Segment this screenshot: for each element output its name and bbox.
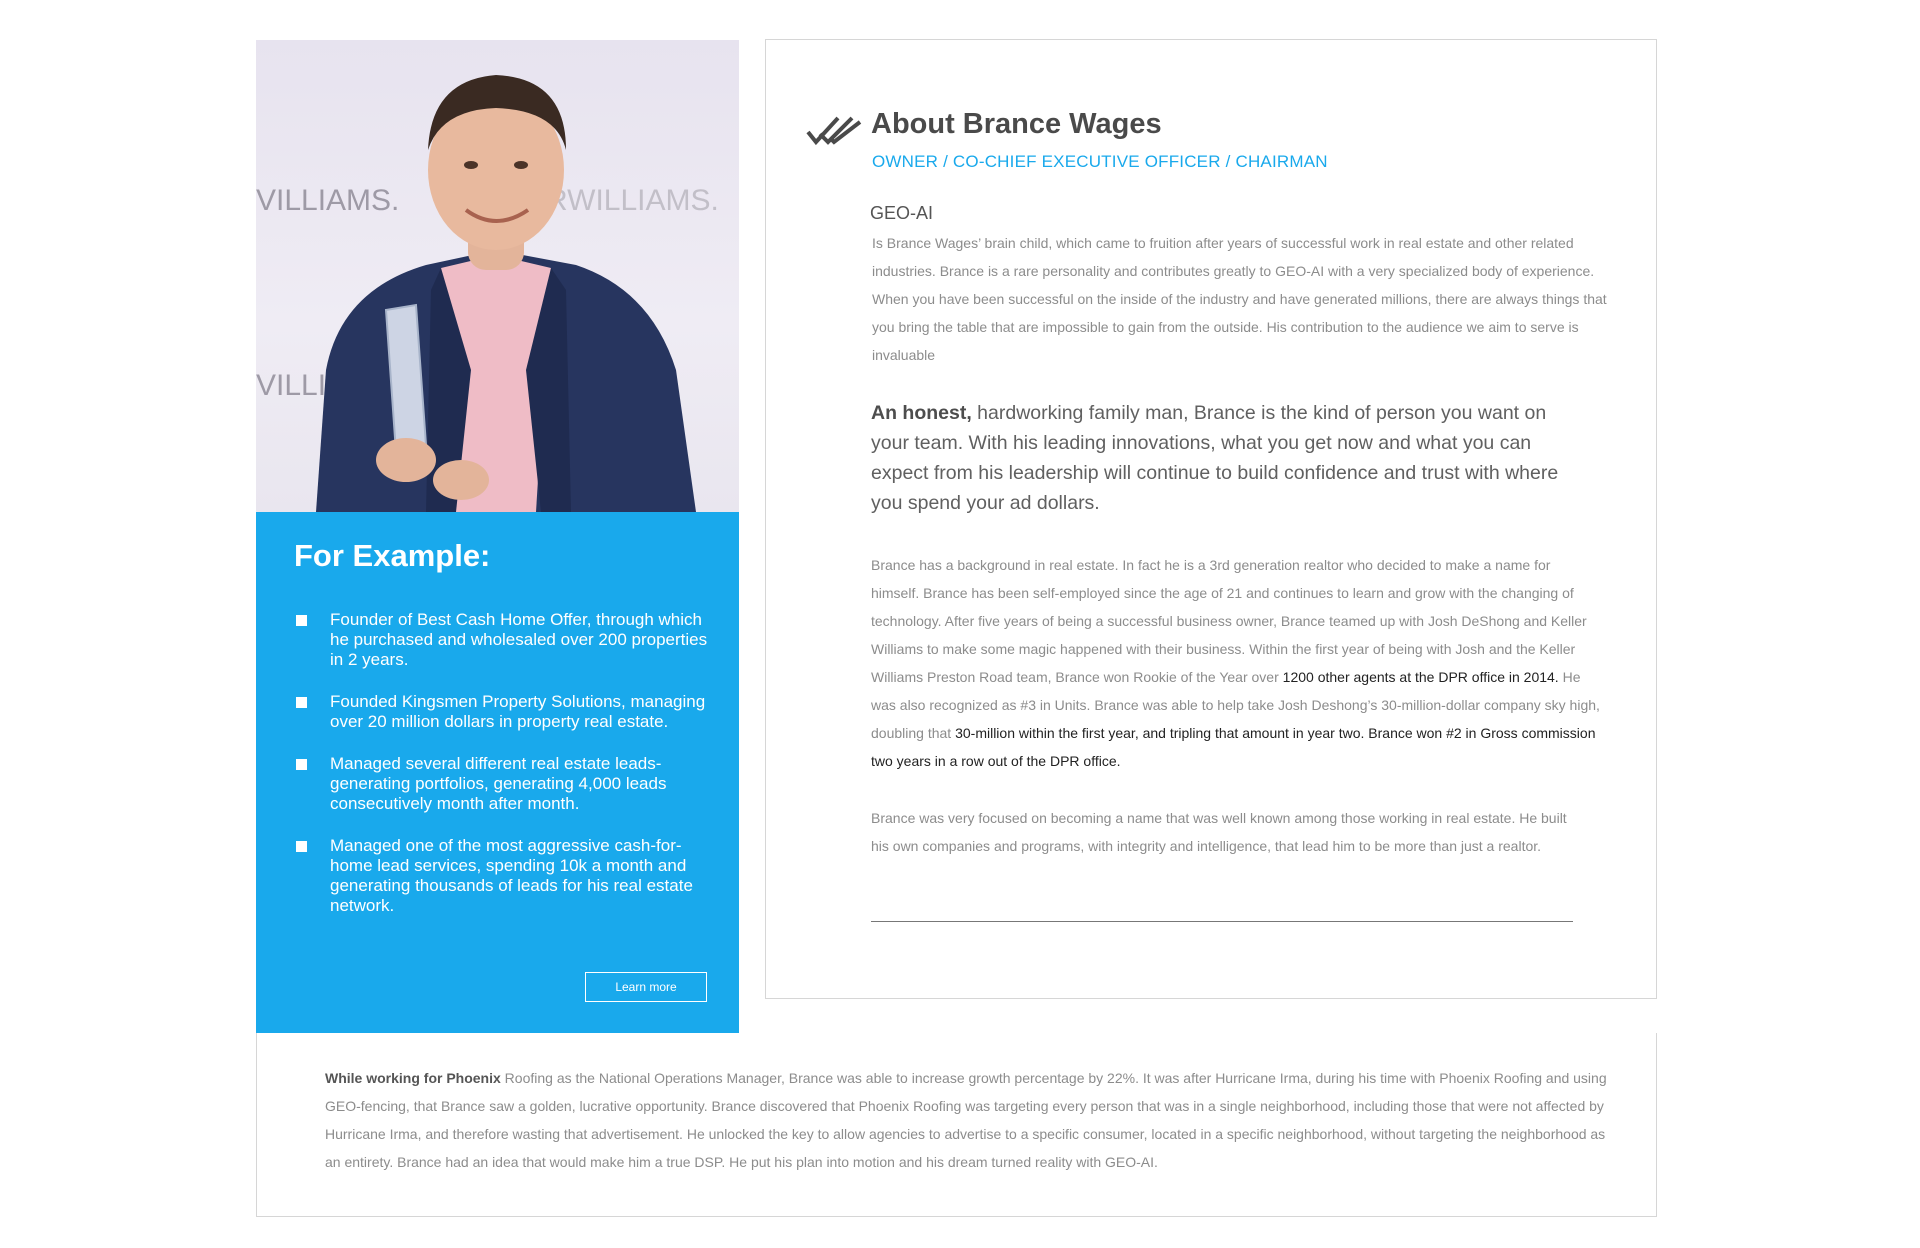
bullet-square-icon — [296, 697, 307, 708]
eye-left-shape — [464, 161, 478, 169]
list-item-text: Founder of Best Cash Home Offer, through… — [330, 610, 708, 669]
photo-illustration: VILLIAMS. RWILLIAMS. VILLIA — [256, 75, 719, 512]
background-text-1: Brance has a background in real estate. … — [871, 557, 1587, 685]
about-title: About Brance Wages — [871, 108, 1162, 140]
phoenix-lead: While working for Phoenix — [325, 1070, 501, 1086]
example-list: Founder of Best Cash Home Offer, through… — [294, 610, 724, 938]
section-divider — [871, 921, 1573, 922]
quote-paragraph: An honest, hardworking family man, Branc… — [871, 398, 1571, 518]
hand-left-shape — [376, 438, 436, 482]
profile-photo: VILLIAMS. RWILLIAMS. VILLIA — [256, 40, 739, 512]
list-item-text: Founded Kingsmen Property Solutions, man… — [330, 692, 706, 731]
geo-ai-paragraph: Is Brance Wages’ brain child, which came… — [872, 235, 1607, 363]
bullet-square-icon — [296, 615, 307, 626]
example-panel: For Example: Founder of Best Cash Home O… — [256, 512, 739, 1033]
bullet-square-icon — [296, 841, 307, 852]
quote-text: hardworking family man, Brance is the ki… — [871, 402, 1559, 514]
example-title: For Example: — [294, 538, 491, 573]
focus-paragraph: Brance was very focused on becoming a na… — [871, 810, 1567, 854]
geo-ai-heading: GEO-AI — [870, 203, 934, 223]
phoenix-paragraph: While working for Phoenix Roofing as the… — [325, 1064, 1615, 1176]
about-card: About Brance Wages OWNER / CO-CHIEF EXEC… — [765, 39, 1657, 999]
quote-lead: An honest, — [871, 402, 972, 424]
list-item: Founder of Best Cash Home Offer, through… — [294, 610, 724, 670]
list-item-text: Managed several different real estate le… — [330, 754, 667, 813]
background-highlight-1: 1200 other agents at the DPR office in 2… — [1282, 669, 1559, 685]
background-paragraph: Brance has a background in real estate. … — [871, 551, 1601, 775]
list-item-text: Managed one of the most aggressive cash-… — [330, 836, 693, 915]
backdrop-text-2: RWILLIAMS. — [546, 184, 719, 217]
phoenix-text: Roofing as the National Operations Manag… — [325, 1070, 1607, 1170]
about-subtitle: OWNER / CO-CHIEF EXECUTIVE OFFICER / CHA… — [872, 152, 1328, 171]
learn-more-button[interactable]: Learn more — [585, 972, 707, 1002]
eye-right-shape — [514, 161, 528, 169]
backdrop-text-1: VILLIAMS. — [256, 184, 399, 217]
list-item: Founded Kingsmen Property Solutions, man… — [294, 692, 724, 732]
background-highlight-2: 30-million within the first year, and tr… — [871, 725, 1596, 769]
phoenix-card: While working for Phoenix Roofing as the… — [256, 1033, 1657, 1217]
list-item: Managed several different real estate le… — [294, 754, 724, 814]
double-check-icon — [806, 116, 862, 146]
bullet-square-icon — [296, 759, 307, 770]
list-item: Managed one of the most aggressive cash-… — [294, 836, 724, 916]
hand-right-shape — [433, 460, 489, 500]
